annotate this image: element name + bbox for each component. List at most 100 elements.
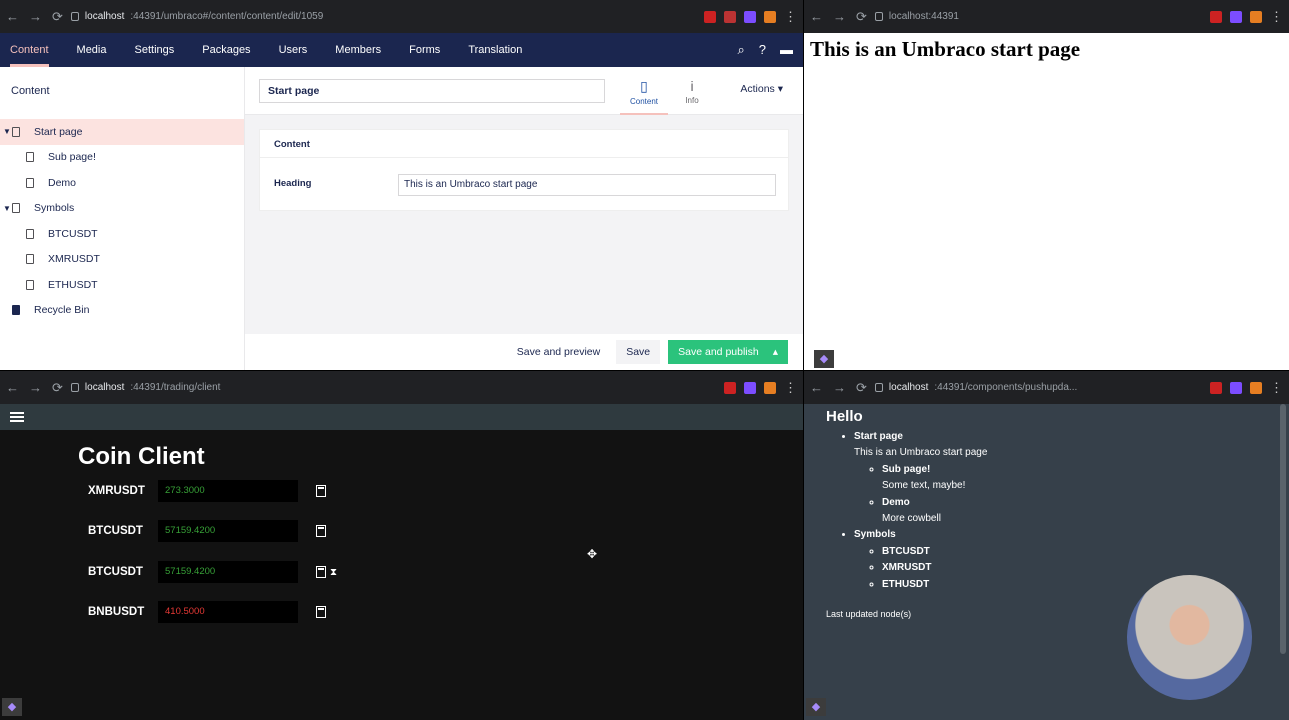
caret-down-icon[interactable]: ▼ (3, 204, 11, 213)
hourglass-icon: ⧗ (330, 566, 338, 578)
reload-icon[interactable]: ⟳ (856, 380, 867, 396)
tab-content[interactable]: ▯ Content (620, 67, 668, 115)
umbraco-window: ← → ⟳ localhost:44391/umbraco#/content/con… (0, 0, 803, 370)
section-members[interactable]: Members (335, 33, 381, 67)
calculator-icon[interactable] (316, 525, 326, 537)
fox-icon[interactable] (1250, 10, 1262, 23)
address-bar[interactable]: localhost:44391/trading/client (70, 382, 716, 393)
extensions: ⋮ (704, 9, 797, 25)
section-forms[interactable]: Forms (409, 33, 440, 67)
menu-icon[interactable]: ⋮ (1270, 380, 1283, 396)
coin-row: XMRUSDT 273.3000 (88, 480, 326, 502)
address-bar[interactable]: localhost:44391/components/pushupda... (874, 382, 1202, 393)
tree-item-demo[interactable]: Demo (0, 170, 244, 196)
scrollbar[interactable] (1280, 404, 1286, 654)
extensions: ⋮ (1210, 380, 1283, 396)
menu-icon[interactable]: ⋮ (784, 9, 797, 25)
tab-info[interactable]: i Info (668, 67, 716, 115)
tree-item-start-page[interactable]: ▼ Start page (0, 119, 244, 145)
actions-button[interactable]: Actions ▾ (740, 83, 783, 95)
visual-studio-icon[interactable]: ◆ (2, 698, 22, 716)
list-item: DemoMore cowbell (882, 495, 1289, 528)
document-icon (12, 126, 20, 137)
save-button[interactable]: Save (616, 340, 661, 364)
document-icon (26, 254, 34, 265)
caret-down-icon[interactable]: ▼ (3, 127, 11, 136)
vs-icon[interactable] (1230, 381, 1242, 394)
tree-item-btcusdt[interactable]: BTCUSDT (0, 221, 244, 247)
abp-icon[interactable] (724, 381, 736, 394)
fox-icon[interactable] (764, 10, 776, 23)
fox-icon[interactable] (764, 381, 776, 394)
calculator-icon[interactable] (316, 566, 326, 578)
document-icon (26, 279, 34, 290)
fox-icon[interactable] (1250, 381, 1262, 394)
page-heading: This is an Umbraco start page (810, 37, 1081, 61)
browser-toolbar: ← → ⟳ localhost:44391 ⋮ (804, 0, 1289, 33)
price-field[interactable]: 57159.4200 (158, 520, 298, 542)
browser-toolbar: ← → ⟳ localhost:44391/components/pushupda.… (804, 371, 1289, 404)
vs-icon[interactable] (744, 381, 756, 394)
document-icon (26, 228, 34, 239)
calculator-icon[interactable] (316, 485, 326, 497)
forward-icon[interactable]: → (29, 9, 42, 25)
back-icon[interactable]: ← (6, 9, 19, 25)
forward-icon[interactable]: → (29, 380, 42, 396)
section-media[interactable]: Media (77, 33, 107, 67)
vs-icon[interactable] (1230, 10, 1242, 23)
content-editor: Start page ▯ Content i Info Actions ▾ Cont… (245, 67, 803, 370)
lock-icon (874, 383, 883, 392)
section-users[interactable]: Users (279, 33, 308, 67)
tree-item-recycle-bin[interactable]: Recycle Bin (0, 298, 244, 324)
forward-icon[interactable]: → (833, 9, 846, 25)
list-item: BTCUSDT (882, 544, 1289, 560)
abp-icon[interactable] (1210, 10, 1222, 23)
price-field[interactable]: 410.5000 (158, 601, 298, 623)
menu-icon[interactable]: ⋮ (1270, 9, 1283, 25)
save-publish-button[interactable]: Save and publish ▴ (668, 340, 788, 364)
editor-header: Start page ▯ Content i Info Actions ▾ (245, 67, 803, 115)
search-icon[interactable]: ⌕ (737, 42, 744, 58)
reload-icon[interactable]: ⟳ (52, 9, 63, 25)
tree-item-sub-page[interactable]: Sub page! (0, 145, 244, 171)
heading-field[interactable]: This is an Umbraco start page (398, 174, 776, 196)
section-bar: Content Media Settings Packages Users Me… (0, 33, 803, 67)
caret-up-icon[interactable]: ▴ (773, 346, 778, 358)
page-heading: Hello (826, 408, 863, 425)
save-preview-button[interactable]: Save and preview (509, 341, 608, 363)
address-bar[interactable]: localhost:44391/umbraco#/content/content… (70, 11, 696, 22)
vs-icon[interactable] (744, 10, 756, 23)
section-translation[interactable]: Translation (468, 33, 522, 67)
help-icon[interactable]: ? (759, 42, 766, 58)
node-name-input[interactable]: Start page (259, 79, 605, 103)
reload-icon[interactable]: ⟳ (52, 380, 63, 396)
price-field[interactable]: 57159.4200 (158, 561, 298, 583)
section-content[interactable]: Content (10, 33, 49, 67)
reload-icon[interactable]: ⟳ (856, 9, 867, 25)
address-bar[interactable]: localhost:44391 (874, 11, 1202, 22)
last-updated-label: Last updated node(s) (826, 609, 912, 619)
section-packages[interactable]: Packages (202, 33, 250, 67)
calculator-icon[interactable] (316, 606, 326, 618)
webcam-overlay (1127, 575, 1252, 700)
tree-item-xmrusdt[interactable]: XMRUSDT (0, 247, 244, 273)
menu-icon[interactable]: ⋮ (784, 380, 797, 396)
visual-studio-icon[interactable]: ◆ (806, 698, 826, 716)
back-icon[interactable]: ← (810, 9, 823, 25)
tree-item-symbols[interactable]: ▼ Symbols (0, 196, 244, 222)
abp-icon[interactable] (704, 10, 716, 23)
preview-window: ← → ⟳ localhost:44391 ⋮ This is an Umbraco… (804, 0, 1289, 370)
price-field[interactable]: 273.3000 (158, 480, 298, 502)
hamburger-menu-icon[interactable] (10, 412, 24, 422)
visual-studio-icon[interactable]: ◆ (814, 350, 834, 368)
app-bar (0, 404, 803, 430)
tree-item-ethusdt[interactable]: ETHUSDT (0, 272, 244, 298)
section-settings[interactable]: Settings (135, 33, 175, 67)
list-item: Symbols BTCUSDT XMRUSDT ETHUSDT (854, 527, 1289, 593)
forward-icon[interactable]: → (833, 380, 846, 396)
abp-icon[interactable] (1210, 381, 1222, 394)
user-icon[interactable]: ▬ (780, 42, 793, 58)
back-icon[interactable]: ← (6, 380, 19, 396)
back-icon[interactable]: ← (810, 380, 823, 396)
ext-icon[interactable] (724, 10, 736, 23)
